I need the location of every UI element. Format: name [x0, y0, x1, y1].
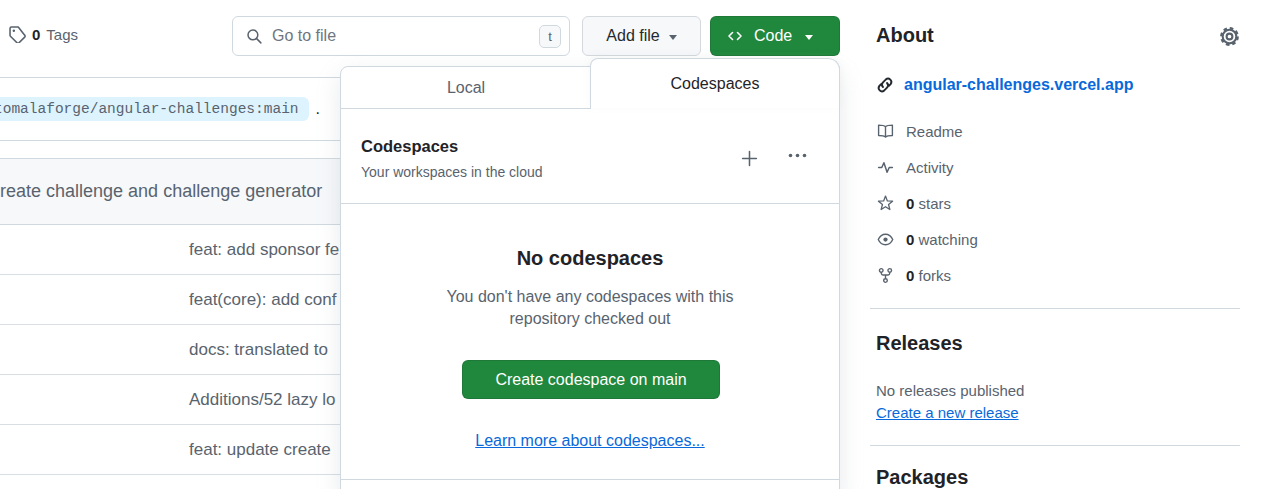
add-file-button[interactable]: Add file	[582, 16, 701, 56]
releases-title: Releases	[876, 332, 963, 355]
tab-codespaces[interactable]: Codespaces	[590, 58, 840, 108]
chevron-down-icon	[805, 35, 813, 40]
divider	[341, 479, 839, 480]
repo-website-link[interactable]: angular-challenges.vercel.app	[876, 76, 1133, 94]
empty-state-description: You don't have any codespaces with this …	[430, 286, 750, 330]
divider	[870, 445, 1240, 446]
readme-item[interactable]: Readme	[876, 113, 1240, 149]
add-file-label: Add file	[606, 27, 659, 45]
fork-icon	[876, 267, 894, 284]
search-icon	[246, 28, 263, 45]
code-button[interactable]: Code	[710, 16, 840, 56]
pulse-icon	[876, 159, 894, 176]
code-dropdown-panel: Local Codespaces Your workspaces in the …	[340, 66, 840, 489]
tag-icon	[8, 25, 26, 43]
no-codespaces-empty-state: No codespaces You don't have any codespa…	[341, 247, 839, 330]
branch-ref-code: tomalaforge/angular-challenges:main	[0, 97, 309, 121]
link-icon	[876, 76, 894, 94]
eye-icon	[876, 231, 894, 248]
divider	[870, 308, 1240, 309]
go-to-file-input[interactable]: Go to file t	[232, 16, 570, 56]
forks-item[interactable]: 0 forks	[876, 257, 1240, 293]
latest-commit-message[interactable]: create challenge and challenge generator	[0, 181, 322, 202]
gear-icon[interactable]	[1219, 26, 1240, 47]
about-stats-list: Readme Activity 0 stars 0 watching	[876, 113, 1240, 293]
create-release-link[interactable]: Create a new release	[876, 404, 1019, 421]
codespaces-subtitle: Your workspaces in the cloud	[361, 164, 543, 180]
tab-local[interactable]: Local	[341, 67, 591, 109]
empty-state-title: No codespaces	[341, 247, 839, 270]
search-shortcut-key: t	[539, 25, 561, 48]
tags-count: 0	[32, 26, 40, 43]
new-codespace-plus-button[interactable]	[740, 149, 759, 168]
code-label: Code	[754, 27, 792, 45]
divider	[341, 203, 839, 204]
kebab-menu-icon[interactable]	[788, 153, 807, 158]
activity-item[interactable]: Activity	[876, 149, 1240, 185]
github-repo-page: 0 Tags Go to file t Add file Code tomala…	[0, 0, 1278, 489]
packages-title: Packages	[876, 466, 968, 489]
create-codespace-button[interactable]: Create codespace on main	[462, 360, 720, 399]
tags-label: Tags	[46, 26, 78, 43]
code-icon	[726, 28, 744, 44]
stars-item[interactable]: 0 stars	[876, 185, 1240, 221]
learn-more-link[interactable]: Learn more about codespaces...	[341, 432, 839, 450]
chevron-down-icon	[669, 35, 677, 40]
book-icon	[876, 123, 894, 140]
search-placeholder: Go to file	[272, 27, 336, 45]
codespaces-title: Codespaces	[361, 137, 543, 156]
codespaces-header: Codespaces Your workspaces in the cloud	[361, 137, 543, 180]
watching-item[interactable]: 0 watching	[876, 221, 1240, 257]
star-icon	[876, 195, 894, 212]
releases-empty-text: No releases published	[876, 382, 1024, 399]
tags-summary[interactable]: 0 Tags	[8, 25, 78, 43]
about-title: About	[876, 24, 934, 47]
